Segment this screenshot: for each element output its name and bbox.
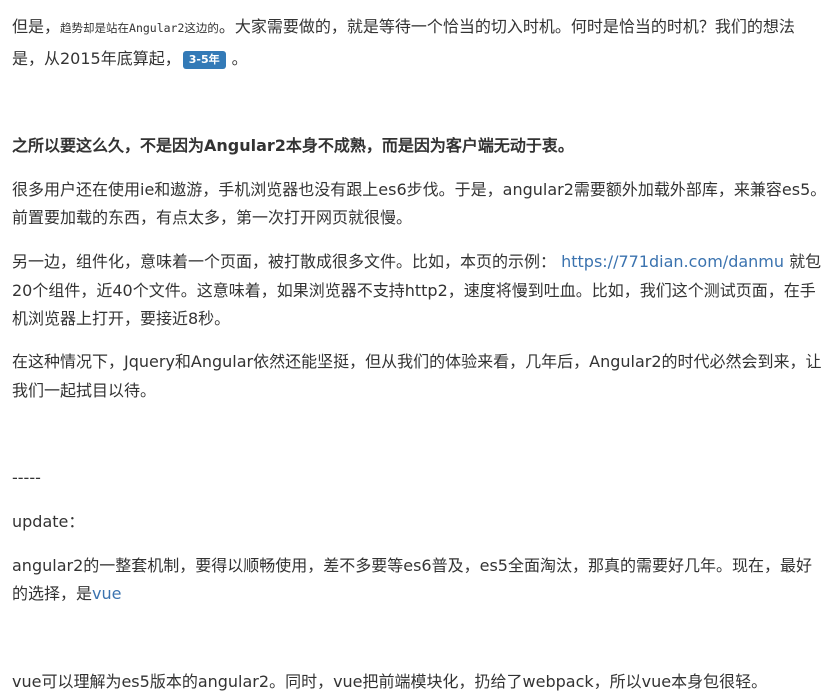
article-body: 但是，趋势却是站在Angular2这边的。大家需要做的，就是等待一个恰当的切入时…: [0, 0, 821, 698]
paragraph-3-line-1: 另一边，组件化，意味着一个页面，被打散成很多文件。比如，本页的示例： https…: [12, 252, 821, 271]
p3-line1-pre-text: 另一边，组件化，意味着一个页面，被打散成很多文件。比如，本页的示例：: [12, 252, 557, 271]
p1-mono-text: 趋势却是站在Angular2这边的: [60, 21, 219, 35]
paragraph-1-line-2: 是，从2015年底算起， 3-5年。: [12, 49, 815, 69]
paragraph-4-line-1: 在这种情况下，Jquery和Angular依然还能坚挺，但从我们的体验来看，几年…: [12, 352, 821, 371]
paragraph-5-line-1: angular2的一整套机制，要得以顺畅使用，差不多要等es6普及，es5全面淘…: [12, 556, 812, 575]
p3-line1-post-text: 就包含: [789, 252, 821, 271]
paragraph-4-line-2: 我们一起拭目以待。: [12, 381, 157, 400]
paragraph-5-line-2: 的选择，是vue: [12, 584, 815, 603]
update-label: update：: [12, 512, 85, 531]
paragraph-2-line-1: 很多用户还在使用ie和遨游，手机浏览器也没有跟上es6步伐。于是，angular…: [12, 180, 821, 199]
paragraph-3-line-3: 机浏览器上打开，要接近8秒。: [12, 309, 231, 328]
paragraph-1-line-1: 但是，趋势却是站在Angular2这边的。大家需要做的，就是等待一个恰当的切入时…: [12, 17, 815, 38]
duration-badge: 3-5年: [182, 50, 226, 69]
p1-line2-post-text: 。: [231, 49, 248, 68]
p1-line2-pre-text: 是，从2015年底算起，: [12, 49, 181, 68]
section-heading: 之所以要这么久，不是因为Angular2本身不成熟，而是因为客户端无动于衷。: [12, 136, 574, 155]
demo-link[interactable]: https://771dian.com/danmu: [561, 252, 784, 271]
p1-pre-text: 但是，: [12, 17, 61, 36]
paragraph-2-line-2: 前置要加载的东西，有点太多，第一次打开网页就很慢。: [12, 208, 413, 227]
p1-post-text: 。大家需要做的，就是等待一个恰当的切入时机。何时是恰当的时机？我们的想法: [218, 17, 795, 36]
paragraph-6-line-1: vue可以理解为es5版本的angular2。同时，vue把前端模块化，扔给了w…: [12, 672, 768, 691]
vue-link[interactable]: vue: [92, 584, 121, 603]
p5-line2-pre-text: 的选择，是: [12, 584, 93, 603]
separator-text: -----: [12, 468, 41, 487]
paragraph-3-line-2: 20个组件，近40个文件。这意味着，如果浏览器不支持http2，速度将慢到吐血。…: [12, 281, 816, 300]
